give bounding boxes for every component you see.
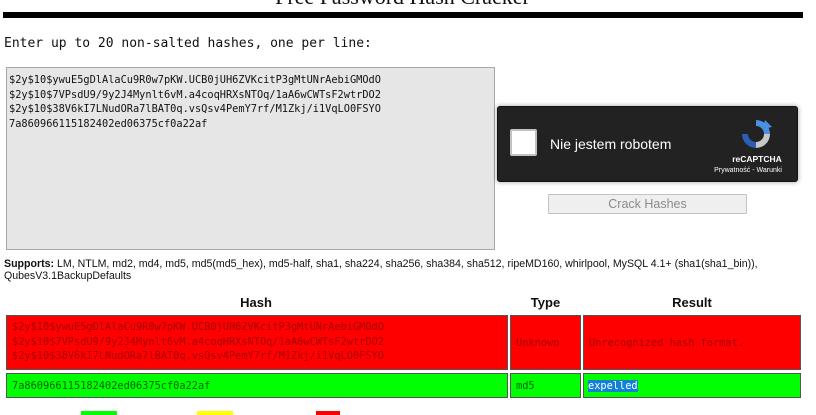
column-header-type: Type bbox=[530, 295, 561, 310]
legend-yellow-swatch bbox=[197, 411, 233, 415]
recaptcha-brand: reCAPTCHA bbox=[732, 154, 782, 164]
hash-type: Unknown bbox=[516, 337, 560, 349]
hash-result: Unrecognized hash format. bbox=[589, 337, 744, 349]
table-row-result-cell: expelled bbox=[583, 373, 801, 398]
crack-hashes-button[interactable]: Crack Hashes bbox=[548, 194, 747, 214]
table-row-type-cell: md5 bbox=[510, 373, 581, 398]
recaptcha-checkbox[interactable] bbox=[510, 129, 537, 156]
table-row-result-cell: Unrecognized hash format. bbox=[583, 315, 801, 370]
table-row-type-cell: Unknown bbox=[510, 315, 581, 370]
legend-red-swatch bbox=[316, 411, 340, 415]
hash-type: md5 bbox=[516, 380, 535, 392]
page-title: Free Password Hash Cracker bbox=[0, 0, 805, 10]
cracked-password[interactable]: expelled bbox=[588, 380, 638, 392]
legend-green-swatch bbox=[81, 411, 117, 415]
recaptcha-widget: Nie jestem robotem reCAPTCHA Prywatność … bbox=[497, 106, 798, 182]
hash-value: 7a860966115182402ed06375cf0a22af bbox=[12, 380, 211, 392]
hash-input[interactable]: $2y$10$ywuE5gDlAlaCu9R0w7pKW.UCB0jUH6ZVK… bbox=[6, 67, 495, 250]
instructions-text: Enter up to 20 non-salted hashes, one pe… bbox=[4, 36, 372, 51]
recaptcha-links[interactable]: Prywatność - Warunki bbox=[700, 167, 796, 174]
hash-value: $2y$10$ywuE5gDlAlaCu9R0w7pKW.UCB0jUH6ZVK… bbox=[12, 321, 384, 362]
title-divider bbox=[3, 12, 803, 18]
supports-label: Supports: bbox=[4, 258, 55, 270]
column-header-hash: Hash bbox=[240, 295, 272, 310]
table-row-hash-cell: $2y$10$ywuE5gDlAlaCu9R0w7pKW.UCB0jUH6ZVK… bbox=[6, 315, 508, 370]
recaptcha-label: Nie jestem robotem bbox=[550, 136, 672, 152]
table-row-hash-cell: 7a860966115182402ed06375cf0a22af bbox=[6, 373, 508, 398]
supported-formats: Supports: LM, NTLM, md2, md4, md5, md5(m… bbox=[4, 258, 804, 282]
supports-list: LM, NTLM, md2, md4, md5, md5(md5_hex), m… bbox=[4, 258, 758, 282]
column-header-result: Result bbox=[672, 295, 712, 310]
recaptcha-logo-icon bbox=[742, 120, 772, 148]
